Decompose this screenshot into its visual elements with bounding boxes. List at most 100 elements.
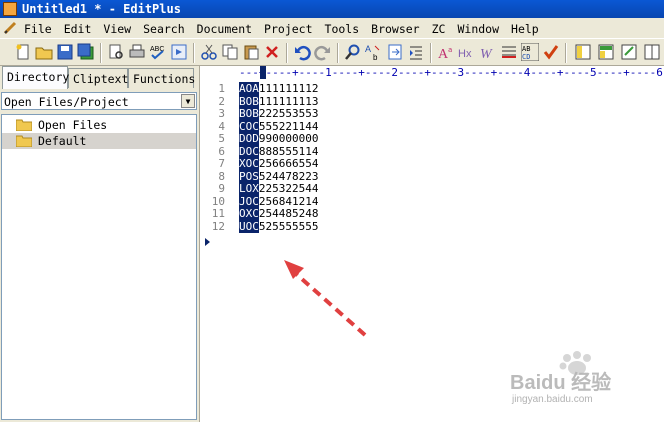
menu-bar: File Edit View Search Document Project T… — [0, 18, 664, 38]
code-text[interactable]: 990000000 — [259, 132, 319, 145]
browser-icon[interactable] — [170, 43, 188, 61]
svg-text:A: A — [365, 44, 371, 54]
column-selection[interactable]: LOX — [239, 182, 259, 195]
tab-functions[interactable]: Functions — [128, 68, 195, 88]
chevron-down-icon[interactable]: ▼ — [181, 94, 195, 108]
view-right-icon[interactable] — [620, 43, 638, 61]
line-number: 8 — [218, 169, 225, 183]
column-selection[interactable]: DOD — [239, 132, 259, 145]
spell-icon[interactable] — [542, 43, 560, 61]
code-text[interactable]: 111111113 — [259, 95, 319, 108]
delete-icon[interactable] — [263, 43, 281, 61]
toolbar: ABC Ab Aa Hx W AB CD — [0, 38, 664, 66]
code-text[interactable]: 524478223 — [259, 170, 319, 183]
directory-selector[interactable]: Open Files/Project ▼ — [1, 92, 197, 110]
find-icon[interactable] — [344, 43, 362, 61]
menu-window[interactable]: Window — [457, 22, 499, 36]
code-text[interactable]: 555221144 — [259, 120, 319, 133]
column-selection[interactable]: JOC — [239, 194, 259, 208]
paste-icon[interactable] — [242, 43, 260, 61]
save-all-icon[interactable] — [77, 43, 95, 61]
folder-icon — [16, 119, 32, 131]
code-line[interactable]: XOC256666554 — [239, 157, 318, 170]
folder-icon — [16, 135, 32, 147]
menu-edit[interactable]: Edit — [64, 22, 92, 36]
left-panel: Directory Cliptext Functions Open Files/… — [0, 66, 200, 422]
print-icon[interactable] — [128, 43, 146, 61]
replace-icon[interactable]: Ab — [365, 43, 383, 61]
code-text[interactable]: 225322544 — [259, 182, 319, 195]
code-line[interactable]: JOC256841214 — [239, 194, 319, 208]
menu-help[interactable]: Help — [511, 22, 539, 36]
column-selection[interactable]: COC — [239, 119, 259, 133]
menu-file[interactable]: File — [24, 22, 52, 36]
line-number: 2 — [218, 94, 225, 108]
menu-view[interactable]: View — [103, 22, 131, 36]
column-selection[interactable]: UOC — [239, 219, 259, 233]
word-wrap-icon[interactable]: W — [479, 43, 497, 61]
redo-icon[interactable] — [314, 43, 332, 61]
new-file-icon[interactable] — [14, 43, 32, 61]
directory-selector-value: Open Files/Project — [4, 95, 129, 109]
code-text[interactable]: 525555555 — [259, 220, 319, 233]
view-split-icon[interactable] — [643, 43, 661, 61]
view-center-icon[interactable] — [597, 43, 615, 61]
code-line[interactable]: DOD990000000 — [239, 132, 318, 145]
menu-search[interactable]: Search — [143, 22, 185, 36]
menu-document[interactable]: Document — [197, 22, 252, 36]
code-text[interactable]: 254485248 — [259, 207, 319, 220]
svg-text:W: W — [480, 47, 493, 61]
tab-directory[interactable]: Directory — [2, 66, 69, 89]
app-icon — [3, 2, 17, 16]
font-size-icon[interactable]: Aa — [437, 43, 455, 61]
line-number: 10 — [211, 194, 225, 208]
goto-icon[interactable] — [386, 43, 404, 61]
ruler-icon[interactable] — [500, 43, 518, 61]
cut-icon[interactable] — [200, 43, 218, 61]
view-left-icon[interactable] — [574, 43, 592, 61]
column-selection[interactable]: BOB — [239, 107, 259, 120]
print-preview-icon[interactable] — [107, 43, 125, 61]
code-line[interactable]: OXC254485248 — [239, 207, 318, 220]
code-line[interactable]: COC555221144 — [239, 119, 319, 133]
code-line[interactable]: BOB111111113 — [239, 94, 319, 108]
column-selection[interactable]: POS — [239, 169, 259, 183]
column-selection[interactable]: XOC — [239, 157, 259, 170]
code-text[interactable]: 222553553 — [259, 107, 319, 120]
code-line[interactable]: UOC525555555 — [239, 219, 319, 233]
code-text[interactable]: 111111112 — [259, 82, 319, 95]
code-text[interactable]: 256666554 — [259, 157, 319, 170]
tree-item-default[interactable]: Default — [2, 133, 196, 149]
code-line[interactable]: LOX225322544 — [239, 182, 318, 195]
column-selection[interactable]: AOA — [239, 82, 259, 95]
line-number-icon[interactable]: ABCD — [521, 43, 539, 61]
code-text[interactable]: 256841214 — [259, 195, 319, 208]
spell-check-icon[interactable]: ABC — [149, 43, 167, 61]
undo-icon[interactable] — [293, 43, 311, 61]
copy-icon[interactable] — [221, 43, 239, 61]
code-text[interactable]: 888555114 — [259, 145, 319, 158]
watermark-brand: Baidu 经验 — [510, 372, 612, 394]
open-folder-icon[interactable] — [35, 43, 53, 61]
menu-tools[interactable]: Tools — [325, 22, 360, 36]
ruler-text: ---+----+----1----+----2----+----3----+-… — [239, 66, 663, 79]
window-title: Untitled1 * - EditPlus — [22, 2, 181, 16]
menu-zc[interactable]: ZC — [432, 22, 446, 36]
code-line[interactable]: AOA111111112 — [239, 82, 318, 95]
tab-cliptext[interactable]: Cliptext — [68, 68, 128, 88]
code-line[interactable]: DOC888555114 — [239, 144, 319, 158]
ruler-caret — [260, 66, 266, 79]
save-icon[interactable] — [56, 43, 74, 61]
red-arrow-annotation-icon — [284, 260, 367, 337]
column-selection[interactable]: DOC — [239, 144, 259, 158]
hex-icon[interactable]: Hx — [458, 43, 476, 61]
line-number: 7 — [218, 157, 225, 170]
tree-item-open-files[interactable]: Open Files — [2, 117, 196, 133]
indent-icon[interactable] — [407, 43, 425, 61]
code-line[interactable]: BOB222553553 — [239, 107, 318, 120]
column-selection[interactable]: OXC — [239, 207, 259, 220]
menu-project[interactable]: Project — [264, 22, 312, 36]
menu-browser[interactable]: Browser — [371, 22, 419, 36]
code-line[interactable]: POS524478223 — [239, 169, 319, 183]
column-selection[interactable]: BOB — [239, 94, 259, 108]
